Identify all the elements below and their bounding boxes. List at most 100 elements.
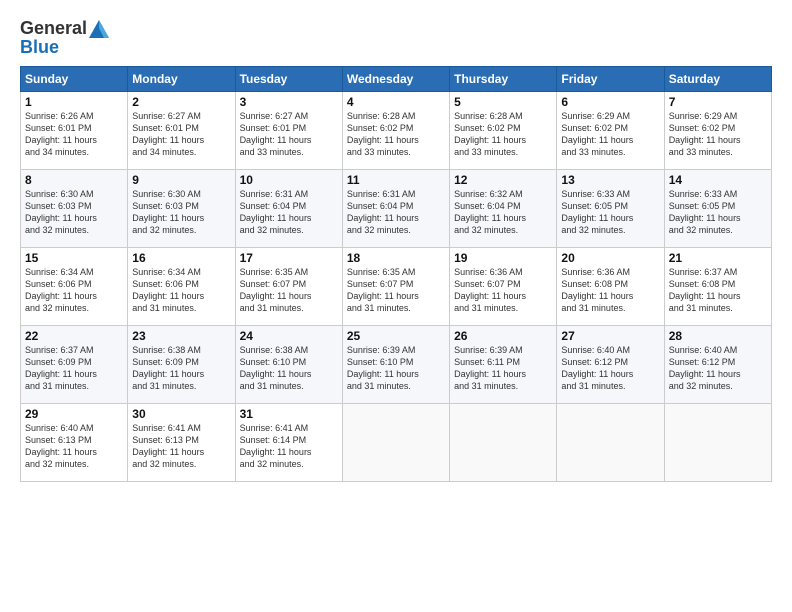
logo-arrow-icon bbox=[89, 20, 109, 38]
day-number: 28 bbox=[669, 329, 767, 343]
day-info: Sunrise: 6:27 AM Sunset: 6:01 PM Dayligh… bbox=[240, 110, 338, 159]
day-number: 2 bbox=[132, 95, 230, 109]
calendar-header-row: SundayMondayTuesdayWednesdayThursdayFrid… bbox=[21, 67, 772, 92]
calendar-cell: 2Sunrise: 6:27 AM Sunset: 6:01 PM Daylig… bbox=[128, 92, 235, 170]
calendar-cell: 30Sunrise: 6:41 AM Sunset: 6:13 PM Dayli… bbox=[128, 404, 235, 482]
calendar-cell: 16Sunrise: 6:34 AM Sunset: 6:06 PM Dayli… bbox=[128, 248, 235, 326]
calendar-cell: 28Sunrise: 6:40 AM Sunset: 6:12 PM Dayli… bbox=[664, 326, 771, 404]
day-info: Sunrise: 6:39 AM Sunset: 6:10 PM Dayligh… bbox=[347, 344, 445, 393]
day-info: Sunrise: 6:39 AM Sunset: 6:11 PM Dayligh… bbox=[454, 344, 552, 393]
day-info: Sunrise: 6:30 AM Sunset: 6:03 PM Dayligh… bbox=[132, 188, 230, 237]
day-number: 1 bbox=[25, 95, 123, 109]
calendar-header-friday: Friday bbox=[557, 67, 664, 92]
day-number: 27 bbox=[561, 329, 659, 343]
calendar-cell: 14Sunrise: 6:33 AM Sunset: 6:05 PM Dayli… bbox=[664, 170, 771, 248]
day-number: 16 bbox=[132, 251, 230, 265]
calendar-header-saturday: Saturday bbox=[664, 67, 771, 92]
calendar-cell bbox=[557, 404, 664, 482]
calendar-cell: 23Sunrise: 6:38 AM Sunset: 6:09 PM Dayli… bbox=[128, 326, 235, 404]
day-info: Sunrise: 6:28 AM Sunset: 6:02 PM Dayligh… bbox=[454, 110, 552, 159]
day-info: Sunrise: 6:36 AM Sunset: 6:08 PM Dayligh… bbox=[561, 266, 659, 315]
calendar-cell: 13Sunrise: 6:33 AM Sunset: 6:05 PM Dayli… bbox=[557, 170, 664, 248]
day-number: 10 bbox=[240, 173, 338, 187]
calendar-cell: 7Sunrise: 6:29 AM Sunset: 6:02 PM Daylig… bbox=[664, 92, 771, 170]
day-number: 29 bbox=[25, 407, 123, 421]
calendar-week-row: 8Sunrise: 6:30 AM Sunset: 6:03 PM Daylig… bbox=[21, 170, 772, 248]
page-header: General Blue bbox=[20, 18, 772, 58]
calendar-cell: 6Sunrise: 6:29 AM Sunset: 6:02 PM Daylig… bbox=[557, 92, 664, 170]
day-number: 11 bbox=[347, 173, 445, 187]
logo: General Blue bbox=[20, 18, 109, 58]
day-number: 12 bbox=[454, 173, 552, 187]
calendar-cell: 5Sunrise: 6:28 AM Sunset: 6:02 PM Daylig… bbox=[450, 92, 557, 170]
calendar-header-wednesday: Wednesday bbox=[342, 67, 449, 92]
calendar-cell: 11Sunrise: 6:31 AM Sunset: 6:04 PM Dayli… bbox=[342, 170, 449, 248]
day-number: 20 bbox=[561, 251, 659, 265]
calendar-header-thursday: Thursday bbox=[450, 67, 557, 92]
day-number: 26 bbox=[454, 329, 552, 343]
calendar-cell: 21Sunrise: 6:37 AM Sunset: 6:08 PM Dayli… bbox=[664, 248, 771, 326]
day-number: 21 bbox=[669, 251, 767, 265]
day-info: Sunrise: 6:33 AM Sunset: 6:05 PM Dayligh… bbox=[669, 188, 767, 237]
day-info: Sunrise: 6:38 AM Sunset: 6:09 PM Dayligh… bbox=[132, 344, 230, 393]
calendar-cell: 29Sunrise: 6:40 AM Sunset: 6:13 PM Dayli… bbox=[21, 404, 128, 482]
calendar-cell: 4Sunrise: 6:28 AM Sunset: 6:02 PM Daylig… bbox=[342, 92, 449, 170]
calendar-cell: 17Sunrise: 6:35 AM Sunset: 6:07 PM Dayli… bbox=[235, 248, 342, 326]
calendar-cell: 3Sunrise: 6:27 AM Sunset: 6:01 PM Daylig… bbox=[235, 92, 342, 170]
day-number: 4 bbox=[347, 95, 445, 109]
calendar-cell: 9Sunrise: 6:30 AM Sunset: 6:03 PM Daylig… bbox=[128, 170, 235, 248]
day-number: 25 bbox=[347, 329, 445, 343]
day-number: 7 bbox=[669, 95, 767, 109]
day-info: Sunrise: 6:34 AM Sunset: 6:06 PM Dayligh… bbox=[132, 266, 230, 315]
day-info: Sunrise: 6:32 AM Sunset: 6:04 PM Dayligh… bbox=[454, 188, 552, 237]
day-info: Sunrise: 6:41 AM Sunset: 6:13 PM Dayligh… bbox=[132, 422, 230, 471]
day-info: Sunrise: 6:26 AM Sunset: 6:01 PM Dayligh… bbox=[25, 110, 123, 159]
calendar-cell: 26Sunrise: 6:39 AM Sunset: 6:11 PM Dayli… bbox=[450, 326, 557, 404]
calendar-cell: 10Sunrise: 6:31 AM Sunset: 6:04 PM Dayli… bbox=[235, 170, 342, 248]
day-number: 14 bbox=[669, 173, 767, 187]
day-number: 31 bbox=[240, 407, 338, 421]
day-number: 30 bbox=[132, 407, 230, 421]
day-number: 19 bbox=[454, 251, 552, 265]
day-info: Sunrise: 6:29 AM Sunset: 6:02 PM Dayligh… bbox=[561, 110, 659, 159]
day-number: 24 bbox=[240, 329, 338, 343]
day-info: Sunrise: 6:28 AM Sunset: 6:02 PM Dayligh… bbox=[347, 110, 445, 159]
calendar-header-tuesday: Tuesday bbox=[235, 67, 342, 92]
calendar-week-row: 1Sunrise: 6:26 AM Sunset: 6:01 PM Daylig… bbox=[21, 92, 772, 170]
day-info: Sunrise: 6:31 AM Sunset: 6:04 PM Dayligh… bbox=[240, 188, 338, 237]
day-info: Sunrise: 6:30 AM Sunset: 6:03 PM Dayligh… bbox=[25, 188, 123, 237]
day-info: Sunrise: 6:35 AM Sunset: 6:07 PM Dayligh… bbox=[240, 266, 338, 315]
day-info: Sunrise: 6:33 AM Sunset: 6:05 PM Dayligh… bbox=[561, 188, 659, 237]
day-info: Sunrise: 6:34 AM Sunset: 6:06 PM Dayligh… bbox=[25, 266, 123, 315]
day-info: Sunrise: 6:40 AM Sunset: 6:13 PM Dayligh… bbox=[25, 422, 123, 471]
calendar-cell: 31Sunrise: 6:41 AM Sunset: 6:14 PM Dayli… bbox=[235, 404, 342, 482]
day-info: Sunrise: 6:40 AM Sunset: 6:12 PM Dayligh… bbox=[561, 344, 659, 393]
calendar-cell: 8Sunrise: 6:30 AM Sunset: 6:03 PM Daylig… bbox=[21, 170, 128, 248]
calendar-cell: 1Sunrise: 6:26 AM Sunset: 6:01 PM Daylig… bbox=[21, 92, 128, 170]
calendar-cell: 18Sunrise: 6:35 AM Sunset: 6:07 PM Dayli… bbox=[342, 248, 449, 326]
day-number: 9 bbox=[132, 173, 230, 187]
day-number: 15 bbox=[25, 251, 123, 265]
calendar-cell: 22Sunrise: 6:37 AM Sunset: 6:09 PM Dayli… bbox=[21, 326, 128, 404]
calendar-cell: 19Sunrise: 6:36 AM Sunset: 6:07 PM Dayli… bbox=[450, 248, 557, 326]
day-number: 5 bbox=[454, 95, 552, 109]
calendar-week-row: 15Sunrise: 6:34 AM Sunset: 6:06 PM Dayli… bbox=[21, 248, 772, 326]
calendar-cell: 25Sunrise: 6:39 AM Sunset: 6:10 PM Dayli… bbox=[342, 326, 449, 404]
day-info: Sunrise: 6:41 AM Sunset: 6:14 PM Dayligh… bbox=[240, 422, 338, 471]
day-info: Sunrise: 6:27 AM Sunset: 6:01 PM Dayligh… bbox=[132, 110, 230, 159]
day-number: 23 bbox=[132, 329, 230, 343]
day-number: 8 bbox=[25, 173, 123, 187]
day-number: 13 bbox=[561, 173, 659, 187]
calendar-cell: 20Sunrise: 6:36 AM Sunset: 6:08 PM Dayli… bbox=[557, 248, 664, 326]
calendar-cell bbox=[664, 404, 771, 482]
logo-general-text: General bbox=[20, 18, 87, 39]
day-info: Sunrise: 6:35 AM Sunset: 6:07 PM Dayligh… bbox=[347, 266, 445, 315]
calendar-header-monday: Monday bbox=[128, 67, 235, 92]
day-info: Sunrise: 6:37 AM Sunset: 6:08 PM Dayligh… bbox=[669, 266, 767, 315]
calendar-cell: 27Sunrise: 6:40 AM Sunset: 6:12 PM Dayli… bbox=[557, 326, 664, 404]
day-number: 3 bbox=[240, 95, 338, 109]
day-number: 18 bbox=[347, 251, 445, 265]
calendar-cell bbox=[342, 404, 449, 482]
calendar-cell: 15Sunrise: 6:34 AM Sunset: 6:06 PM Dayli… bbox=[21, 248, 128, 326]
day-info: Sunrise: 6:37 AM Sunset: 6:09 PM Dayligh… bbox=[25, 344, 123, 393]
